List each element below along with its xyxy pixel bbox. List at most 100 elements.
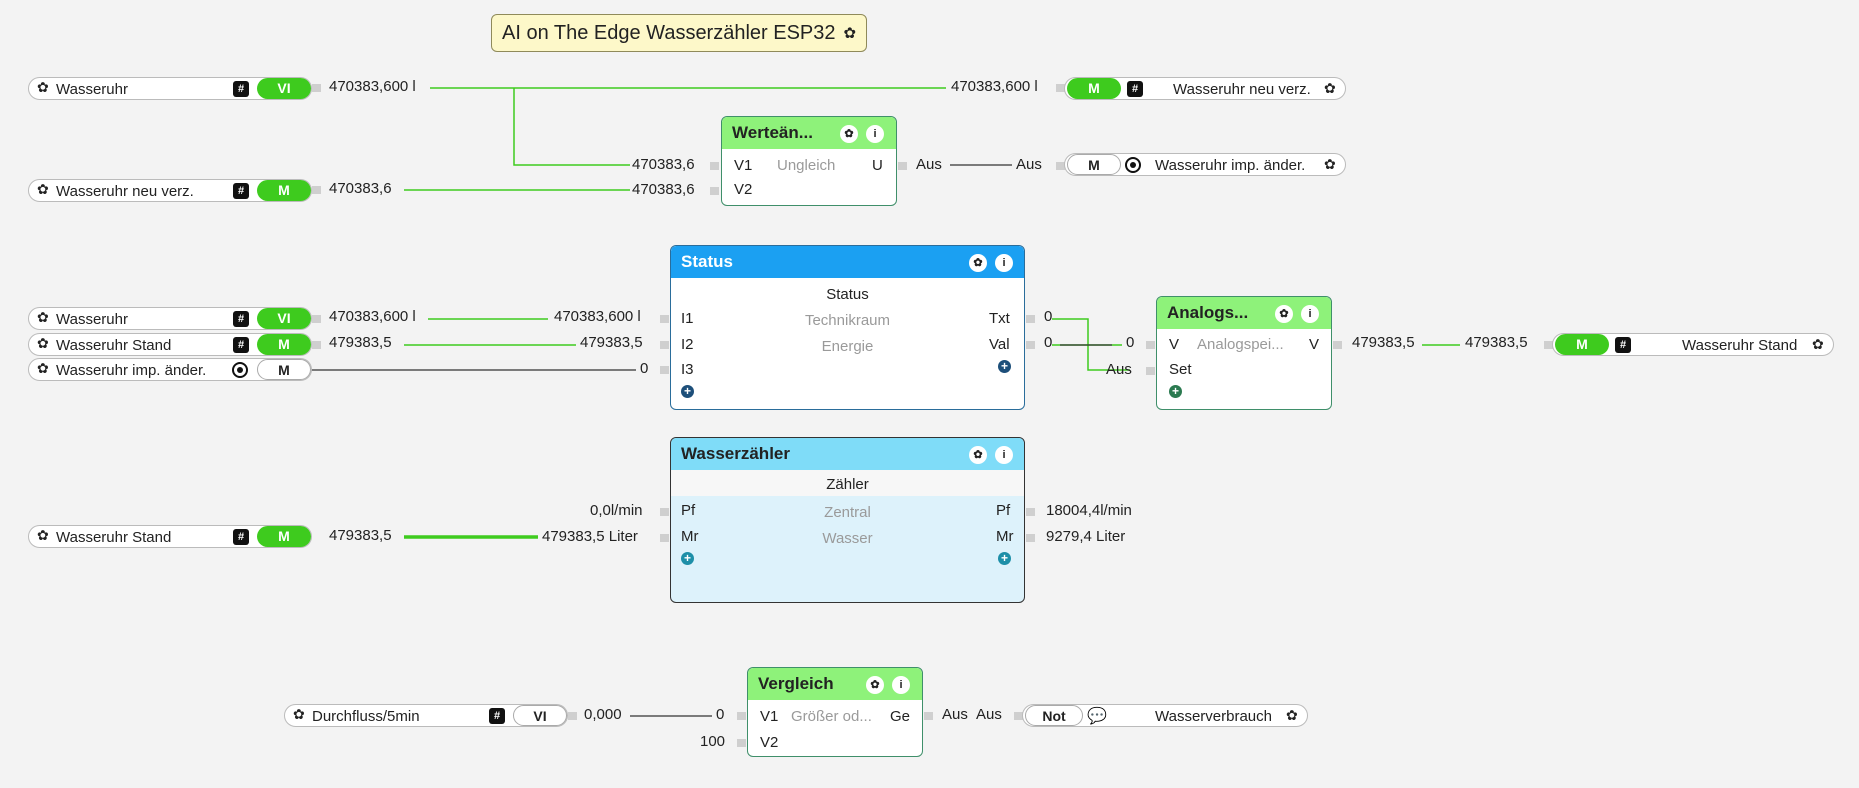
add-output-button[interactable]: + [998,552,1011,565]
output-name: Wasseruhr Stand [1682,337,1798,354]
gear-icon[interactable]: ✿ [37,360,49,377]
output-port[interactable] [898,162,907,170]
block-input-value: 479383,5 Liter [542,528,638,545]
input-port[interactable] [660,534,669,542]
block-input-value: 0 [1126,334,1135,351]
hash-icon: # [489,708,505,724]
block-input-value: 100 [700,733,726,750]
input-port[interactable] [660,366,669,374]
gear-icon[interactable]: ✿ [840,125,858,143]
output-port[interactable] [924,712,933,720]
gear-icon[interactable]: ✿ [866,676,884,694]
block-header[interactable]: Wasserzähler ✿ i [671,438,1024,470]
radio-icon [232,362,248,378]
add-input-button[interactable]: + [681,552,694,565]
input-wasseruhr-neu-verz[interactable]: ✿ Wasseruhr neu verz. # M [28,179,312,202]
output-wasseruhr-neu-verz[interactable]: M # Wasseruhr neu verz. ✿ [1064,77,1346,100]
block-header[interactable]: Analogs... ✿ i [1157,297,1331,329]
output-port[interactable] [312,341,321,349]
port-label: Ge [890,708,911,725]
add-input-button[interactable]: + [681,385,694,398]
gear-icon[interactable]: ✿ [37,79,49,96]
output-wasseruhr-imp-aender[interactable]: M Wasseruhr imp. änder. ✿ [1064,153,1346,176]
gear-icon[interactable]: ✿ [37,181,49,198]
output-wasseruhr-stand[interactable]: M # Wasseruhr Stand ✿ [1552,333,1834,356]
block-output-value: Aus [916,156,942,173]
input-wasseruhr-1[interactable]: ✿ Wasseruhr # VI [28,77,312,100]
block-type: Größer od... [791,708,872,725]
input-wasseruhr-stand[interactable]: ✿ Wasseruhr Stand # M [28,333,312,356]
gear-icon[interactable]: ✿ [37,309,49,326]
output-wasserverbrauch[interactable]: Not 💬 Wasserverbrauch ✿ [1022,704,1308,727]
output-port[interactable] [568,712,577,720]
gear-icon[interactable]: ✿ [1324,156,1336,173]
block-status[interactable]: Status ✿ i Status Technikraum Energie I1… [670,245,1025,410]
add-output-button[interactable]: + [998,360,1011,373]
gear-icon[interactable]: ✿ [37,335,49,352]
block-vergleich[interactable]: Vergleich ✿ i V1 V2 Größer od... Ge [747,667,923,757]
gear-icon[interactable]: ✿ [844,24,857,42]
gear-icon[interactable]: ✿ [969,446,987,464]
add-input-button[interactable]: + [1169,385,1182,398]
input-badge: M [257,359,311,380]
port-label: I3 [681,361,694,378]
info-icon[interactable]: i [892,676,910,694]
output-port[interactable] [312,186,321,194]
hash-icon: # [233,183,249,199]
input-port[interactable] [710,187,719,195]
gear-icon[interactable]: ✿ [1275,305,1293,323]
logic-canvas[interactable]: AI on The Edge Wasserzähler ESP32 ✿ ✿ Wa… [0,0,1859,788]
block-type: Ungleich [777,157,836,174]
input-port[interactable] [1146,341,1155,349]
info-icon[interactable]: i [995,254,1013,272]
gear-icon[interactable]: ✿ [1324,80,1336,97]
input-wasseruhr-2[interactable]: ✿ Wasseruhr # VI [28,307,312,330]
hash-icon: # [233,337,249,353]
block-title: Vergleich [758,674,834,693]
port-label: Pf [681,502,696,519]
info-icon[interactable]: i [866,125,884,143]
output-value: Aus [976,706,1002,723]
output-port[interactable] [1333,341,1342,349]
input-wasseruhr-imp-aender[interactable]: ✿ Wasseruhr imp. änder. M [28,358,312,381]
input-wasseruhr-stand-2[interactable]: ✿ Wasseruhr Stand # M [28,525,312,548]
output-port[interactable] [1026,315,1035,323]
input-port[interactable] [737,739,746,747]
output-port[interactable] [312,84,321,92]
input-port[interactable] [660,341,669,349]
input-port[interactable] [660,508,669,516]
gear-icon[interactable]: ✿ [293,706,305,723]
page-title[interactable]: AI on The Edge Wasserzähler ESP32 ✿ [491,14,868,52]
input-value: 479383,5 [329,334,392,351]
input-name: Durchfluss/5min [312,708,420,725]
block-analogspeicher[interactable]: Analogs... ✿ i V Set Analogspei... V + [1156,296,1332,410]
gear-icon[interactable]: ✿ [1812,336,1824,353]
block-output-value: 479383,5 [1352,334,1415,351]
output-value: Aus [1016,156,1042,173]
input-port[interactable] [710,162,719,170]
output-port[interactable] [312,315,321,323]
info-icon[interactable]: i [995,446,1013,464]
output-port[interactable] [1026,341,1035,349]
input-port[interactable] [660,315,669,323]
gear-icon[interactable]: ✿ [1286,707,1298,724]
gear-icon[interactable]: ✿ [969,254,987,272]
block-header[interactable]: Vergleich ✿ i [748,668,922,700]
port-label: V2 [760,734,779,751]
input-badge: M [257,526,311,547]
input-value: 0,000 [584,706,622,723]
input-durchfluss[interactable]: ✿ Durchfluss/5min # VI [284,704,568,727]
block-werteaenderung[interactable]: Werteän... ✿ i V1 V2 Ungleich U [721,116,897,206]
input-name: Wasseruhr Stand [56,529,172,546]
hash-icon: # [1615,337,1631,353]
output-port[interactable] [1026,508,1035,516]
block-output-value: 0 [1044,308,1053,325]
info-icon[interactable]: i [1301,305,1319,323]
block-header[interactable]: Werteän... ✿ i [722,117,896,149]
input-port[interactable] [737,712,746,720]
output-port[interactable] [1026,534,1035,542]
gear-icon[interactable]: ✿ [37,527,49,544]
block-header[interactable]: Status ✿ i [671,246,1024,278]
block-wasserzaehler[interactable]: Wasserzähler ✿ i Zähler Zentral Wasser P… [670,437,1025,603]
input-port[interactable] [1146,367,1155,375]
